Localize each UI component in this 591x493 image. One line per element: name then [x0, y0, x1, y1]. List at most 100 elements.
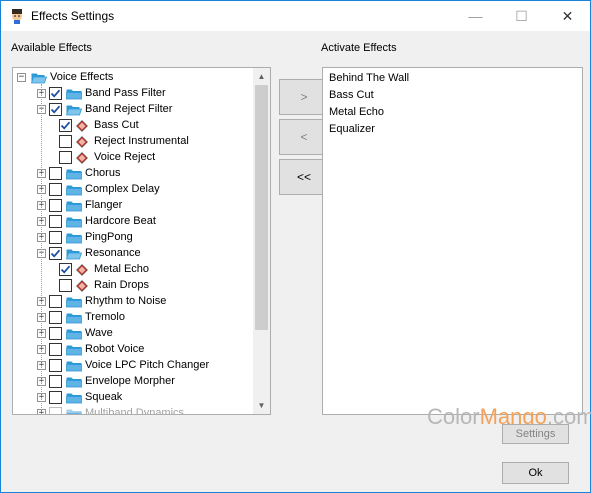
effect-checkbox-checked[interactable] — [49, 87, 62, 100]
activate-effects-label: Activate Effects — [321, 42, 397, 54]
effect-checkbox[interactable] — [49, 311, 62, 324]
tree-item[interactable]: Rain Drops — [13, 278, 255, 294]
tree-item[interactable]: + Wave — [13, 326, 255, 342]
tree-item-label: Rhythm to Noise — [85, 295, 167, 307]
tree-item[interactable]: − Voice Effects — [13, 70, 255, 86]
tree-item[interactable]: + Robot Voice — [13, 342, 255, 358]
effect-checkbox[interactable] — [49, 375, 62, 388]
effect-checkbox[interactable] — [49, 359, 62, 372]
tree-item[interactable]: + PingPong — [13, 230, 255, 246]
effect-checkbox[interactable] — [49, 231, 62, 244]
available-effects-label: Available Effects — [11, 42, 92, 54]
collapse-icon[interactable]: − — [17, 73, 26, 82]
settings-button[interactable]: Settings — [502, 424, 569, 444]
folder-open-icon — [31, 73, 47, 84]
tree-item-label: Multiband Dynamics — [85, 407, 185, 414]
effect-checkbox[interactable] — [49, 295, 62, 308]
tree-item-label: Voice Effects — [50, 71, 114, 83]
active-effects-list[interactable]: Behind The Wall Bass Cut Metal Echo Equa… — [322, 67, 583, 415]
tree-item-label: Voice LPC Pitch Changer — [85, 359, 210, 371]
effect-icon — [76, 152, 88, 164]
scroll-down-arrow-icon[interactable]: ▼ — [253, 397, 270, 414]
folder-icon — [66, 185, 82, 196]
tree-item-label: Hardcore Beat — [85, 215, 156, 227]
effect-checkbox[interactable] — [49, 167, 62, 180]
ok-button[interactable]: Ok — [502, 462, 569, 484]
folder-icon — [66, 233, 82, 244]
scroll-up-arrow-icon[interactable]: ▲ — [253, 68, 270, 85]
tree-item-label: Rain Drops — [94, 279, 150, 291]
tree-item-label: Squeak — [85, 391, 123, 403]
tree-item-label: Chorus — [85, 167, 121, 179]
folder-icon — [66, 297, 82, 308]
tree-connector-line — [41, 84, 43, 414]
window-title: Effects Settings — [31, 9, 115, 23]
effect-checkbox[interactable] — [59, 279, 72, 292]
tree-item[interactable]: + Band Pass Filter — [13, 86, 255, 102]
tree-item-label: Bass Cut — [94, 119, 139, 131]
effect-checkbox[interactable] — [49, 183, 62, 196]
tree-item-label: Envelope Morpher — [85, 375, 175, 387]
folder-icon — [66, 377, 82, 388]
tree-item[interactable]: + Complex Delay — [13, 182, 255, 198]
folder-open-icon — [66, 105, 82, 116]
effect-icon — [76, 136, 88, 148]
tree-item-label: Tremolo — [85, 311, 125, 323]
tree-item-label: Wave — [85, 327, 113, 339]
effect-checkbox-checked[interactable] — [59, 263, 72, 276]
tree-item[interactable]: + Envelope Morpher — [13, 374, 255, 390]
tree-item[interactable]: + Squeak — [13, 390, 255, 406]
tree-item-label: Reject Instrumental — [94, 135, 189, 147]
tree-item[interactable]: + Flanger — [13, 198, 255, 214]
tree-item-label: Resonance — [85, 247, 141, 259]
effects-settings-window: Effects Settings — ☐ ✕ Available Effects… — [0, 0, 591, 493]
tree-item[interactable]: + Rhythm to Noise — [13, 294, 255, 310]
tree-view[interactable]: − Voice Effects + Band Pass Filter − Band Rej… — [13, 68, 255, 414]
tree-item[interactable]: Reject Instrumental — [13, 134, 255, 150]
effect-checkbox-checked[interactable] — [49, 247, 62, 260]
tree-item[interactable]: − Band Reject Filter — [13, 102, 255, 118]
tree-item-label: Flanger — [85, 199, 123, 211]
tree-item-label: Complex Delay — [85, 183, 160, 195]
tree-item[interactable]: + Tremolo — [13, 310, 255, 326]
tree-item-label: Band Reject Filter — [85, 103, 173, 115]
tree-item[interactable]: + Hardcore Beat — [13, 214, 255, 230]
folder-icon — [66, 329, 82, 340]
list-item[interactable]: Metal Echo — [329, 106, 384, 118]
available-effects-tree[interactable]: − Voice Effects + Band Pass Filter − Band Rej… — [12, 67, 271, 415]
effect-checkbox-checked[interactable] — [59, 119, 72, 132]
list-item[interactable]: Behind The Wall — [329, 72, 409, 84]
effect-checkbox[interactable] — [59, 135, 72, 148]
folder-open-icon — [66, 249, 82, 260]
folder-icon — [66, 345, 82, 356]
folder-icon — [66, 393, 82, 404]
effect-icon — [76, 280, 88, 292]
effect-checkbox[interactable] — [49, 343, 62, 356]
list-item[interactable]: Bass Cut — [329, 89, 374, 101]
tree-item[interactable]: − Resonance — [13, 246, 255, 262]
folder-icon — [66, 217, 82, 228]
folder-icon — [66, 409, 82, 414]
maximize-button[interactable]: ☐ — [499, 1, 544, 31]
tree-item[interactable]: + Multiband Dynamics — [13, 406, 255, 414]
tree-item[interactable]: Voice Reject — [13, 150, 255, 166]
tree-item[interactable]: + Voice LPC Pitch Changer — [13, 358, 255, 374]
effect-checkbox[interactable] — [49, 215, 62, 228]
folder-icon — [66, 89, 82, 100]
effect-checkbox[interactable] — [49, 391, 62, 404]
effect-checkbox-checked[interactable] — [49, 103, 62, 116]
folder-icon — [66, 361, 82, 372]
tree-item[interactable]: Metal Echo — [13, 262, 255, 278]
tree-item[interactable]: Bass Cut — [13, 118, 255, 134]
effect-checkbox[interactable] — [49, 199, 62, 212]
minimize-button[interactable]: — — [453, 1, 498, 31]
effect-checkbox[interactable] — [49, 327, 62, 340]
effect-checkbox[interactable] — [49, 407, 62, 414]
tree-item[interactable]: + Chorus — [13, 166, 255, 182]
scrollbar-thumb[interactable] — [255, 85, 268, 330]
effect-checkbox[interactable] — [59, 151, 72, 164]
close-button[interactable]: ✕ — [545, 1, 590, 31]
app-icon — [12, 9, 22, 24]
list-item[interactable]: Equalizer — [329, 123, 375, 135]
vertical-scrollbar[interactable]: ▲ ▼ — [253, 68, 270, 414]
